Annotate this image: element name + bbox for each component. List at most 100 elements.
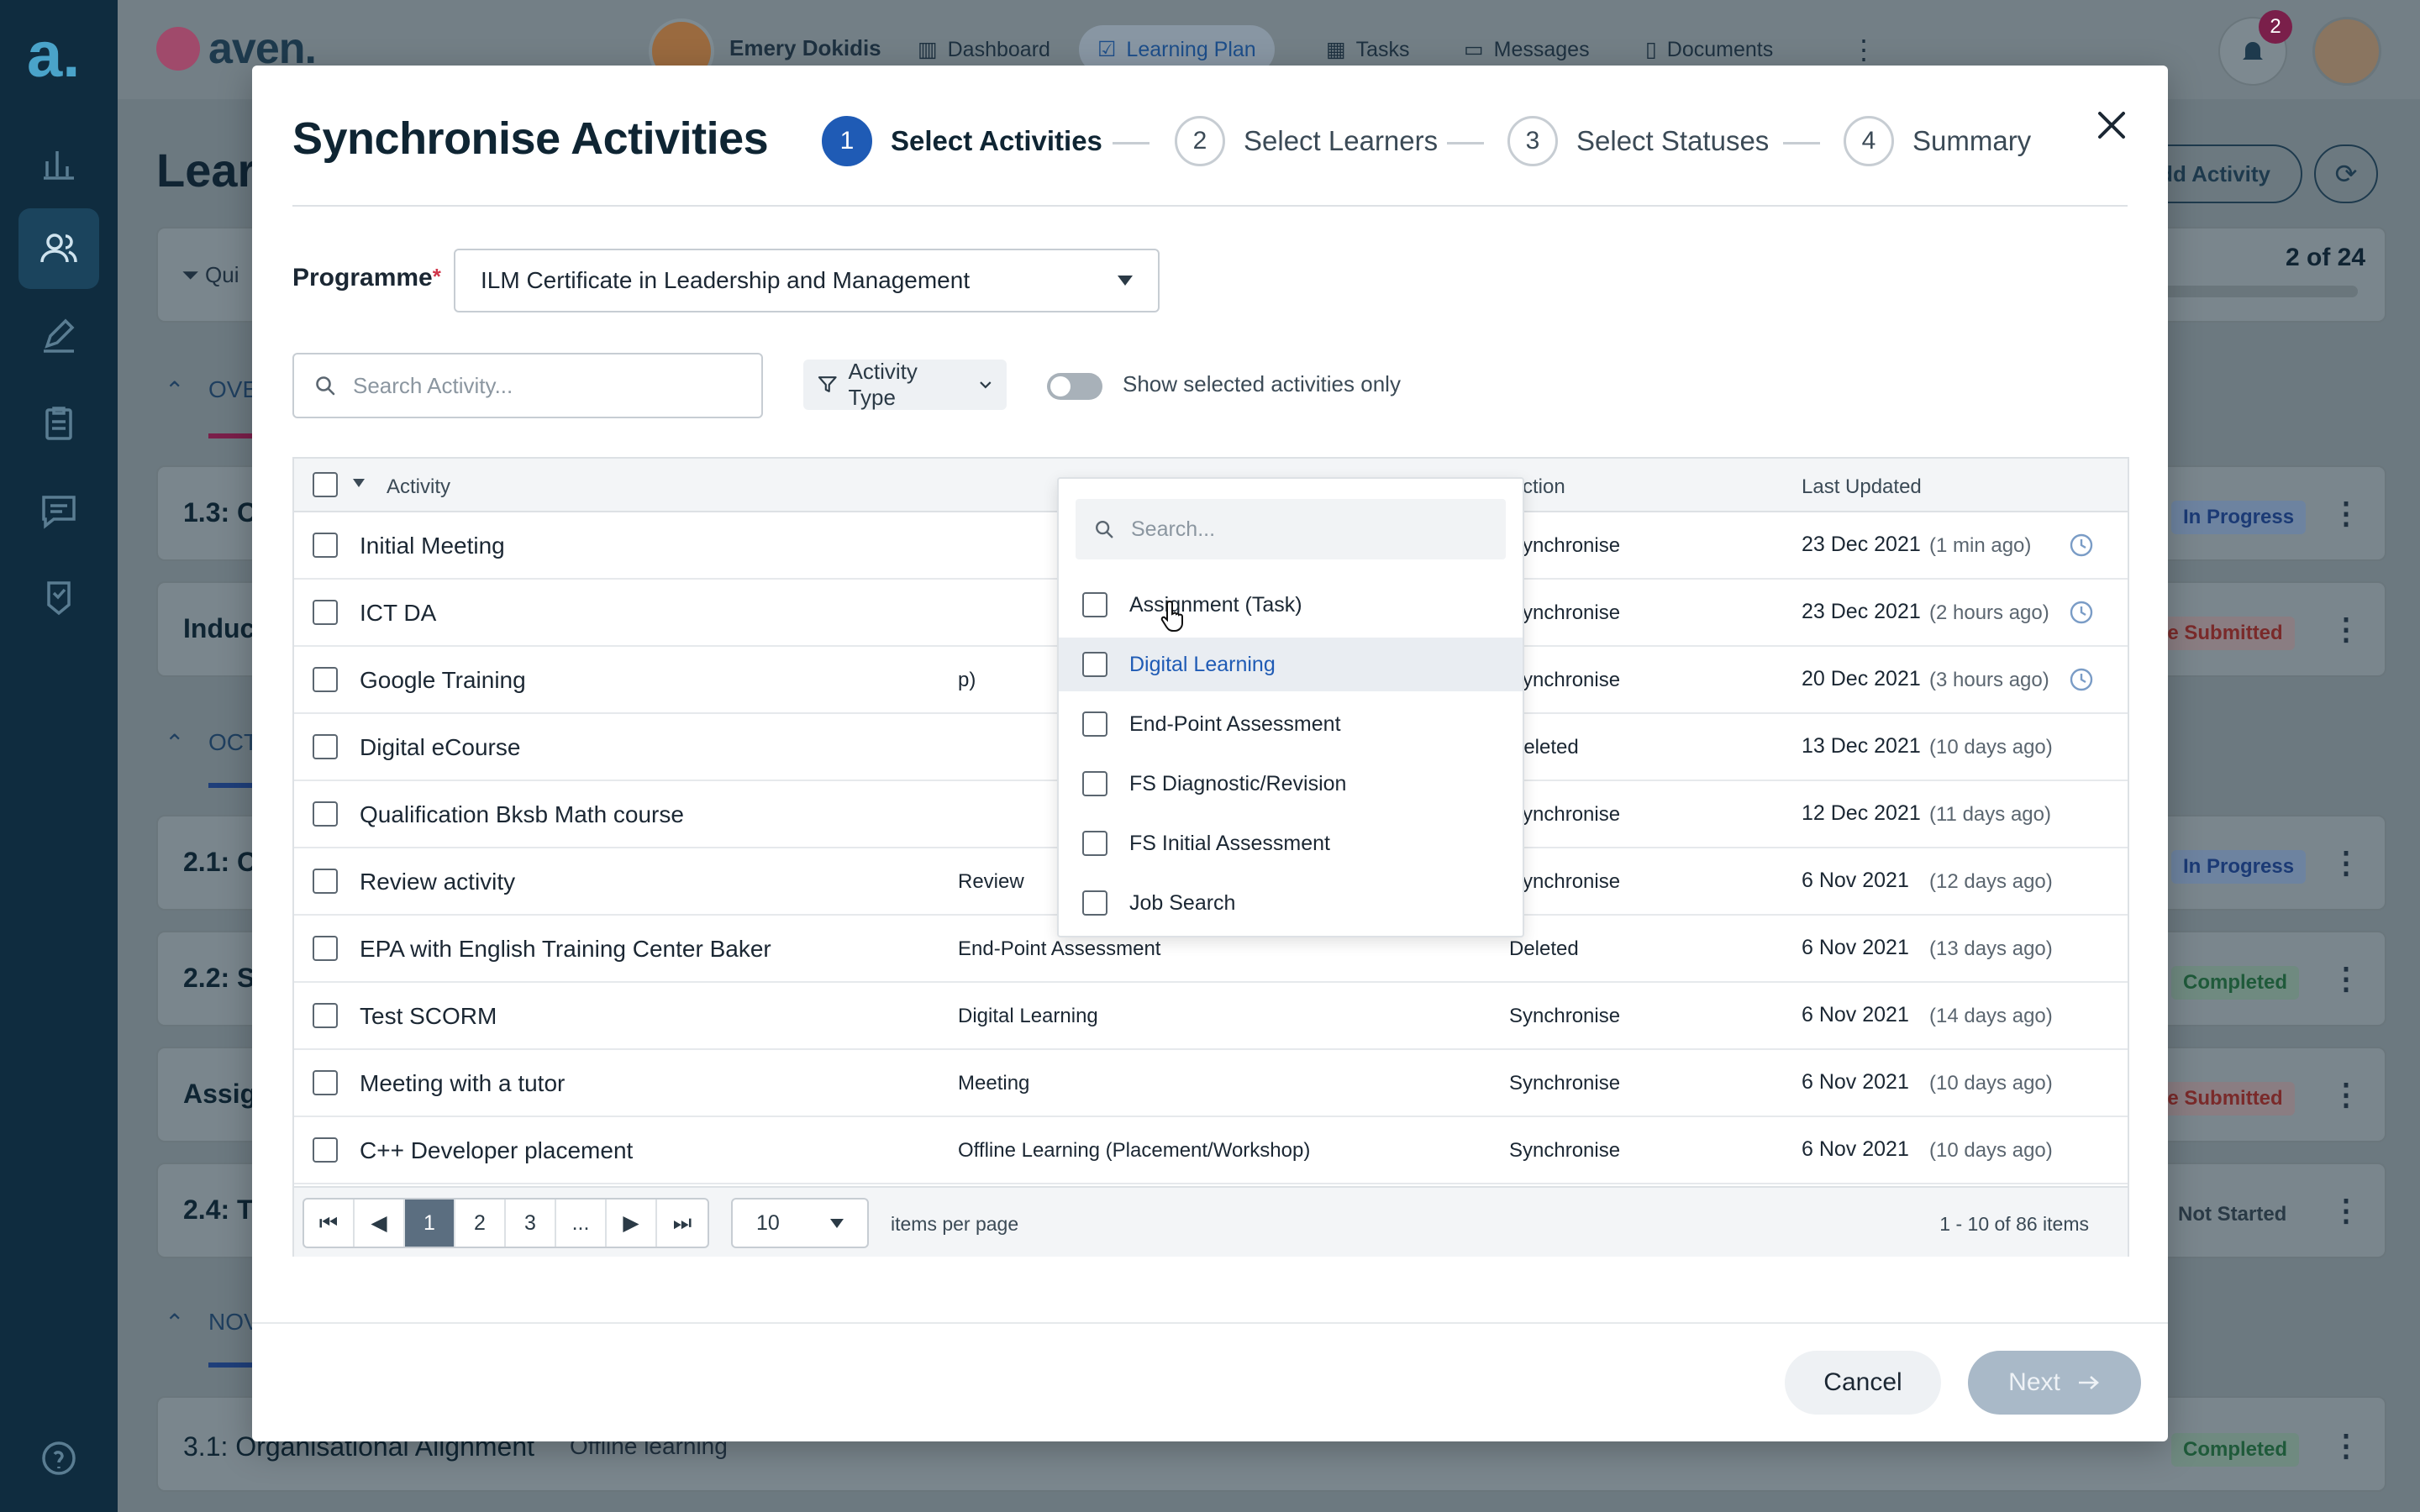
app-logo[interactable]: a.	[27, 24, 91, 87]
activity-action: Deleted	[1509, 937, 1579, 960]
option-label: Digital Learning	[1129, 652, 1276, 676]
last-updated-date: 12 Dec 2021	[1802, 801, 1921, 825]
checkbox-icon: ☑	[1097, 38, 1117, 61]
row-menu-button[interactable]: ⋮	[2331, 1077, 2361, 1112]
clock-icon[interactable]	[2069, 667, 2094, 692]
pager-buttons: ⏮ ◀ 1 2 3 ... ▶ ⏭	[302, 1198, 709, 1248]
option-checkbox[interactable]	[1082, 652, 1107, 677]
row-checkbox[interactable]	[313, 1137, 338, 1163]
select-all-checkbox[interactable]	[313, 472, 338, 497]
section-toggle[interactable]: ⌃	[165, 1309, 184, 1336]
column-activity[interactable]: Activity	[387, 475, 450, 499]
dropdown-option[interactable]: Job Search	[1059, 876, 1523, 930]
first-page-button[interactable]: ⏮	[304, 1200, 355, 1247]
bg-row-title: Induc	[183, 613, 255, 643]
row-checkbox[interactable]	[313, 1070, 338, 1095]
caret-down-icon	[830, 1218, 844, 1228]
quick-filter[interactable]: ⏷ Qui	[182, 262, 239, 289]
header-divider	[292, 205, 2128, 207]
cancel-button[interactable]: Cancel	[1785, 1351, 1941, 1415]
step-select-statuses: 3 Select Statuses	[1507, 116, 1769, 166]
sidebar-item-assess[interactable]	[18, 296, 99, 376]
per-page-value: 10	[756, 1210, 780, 1235]
row-menu-button[interactable]: ⋮	[2331, 1193, 2361, 1228]
search-activity-input[interactable]: Search Activity...	[292, 353, 763, 418]
dropdown-option[interactable]: FS Initial Assessment	[1059, 816, 1523, 870]
row-checkbox[interactable]	[313, 600, 338, 625]
row-checkbox[interactable]	[313, 533, 338, 558]
dropdown-option[interactable]: Digital Learning	[1059, 638, 1523, 691]
programme-select[interactable]: ILM Certificate in Leadership and Manage…	[454, 249, 1160, 312]
clock-icon[interactable]	[2069, 600, 2094, 625]
status-badge: Completed	[2171, 1433, 2300, 1467]
row-checkbox[interactable]	[313, 936, 338, 961]
dropdown-option[interactable]: Assignment (Task)	[1059, 578, 1523, 632]
row-menu-button[interactable]: ⋮	[2331, 496, 2361, 531]
section-overview: OVE	[208, 376, 259, 402]
activity-name: Qualification Bksb Math course	[360, 801, 684, 827]
column-last-updated[interactable]: Last Updated	[1802, 475, 1922, 499]
step-label: Select Learners	[1244, 125, 1439, 156]
option-checkbox[interactable]	[1082, 592, 1107, 617]
show-selected-toggle[interactable]	[1047, 373, 1102, 400]
table-row[interactable]: Test SCORM Digital Learning Synchronise …	[294, 983, 2128, 1050]
next-button[interactable]: Next	[1968, 1351, 2141, 1415]
option-label: FS Initial Assessment	[1129, 831, 1330, 855]
page-button[interactable]: 3	[506, 1200, 556, 1247]
row-menu-button[interactable]: ⋮	[2331, 961, 2361, 996]
option-checkbox[interactable]	[1082, 831, 1107, 856]
activity-action: Synchronise	[1509, 803, 1621, 826]
option-checkbox[interactable]	[1082, 711, 1107, 737]
activity-action: Synchronise	[1509, 534, 1621, 557]
clock-icon[interactable]	[2069, 533, 2094, 558]
dropdown-search-input[interactable]: Search...	[1076, 499, 1506, 559]
page-button[interactable]: 1	[405, 1200, 455, 1247]
toggle-knob	[1050, 376, 1071, 396]
page-button[interactable]: 2	[455, 1200, 506, 1247]
sidebar-item-tasks[interactable]	[18, 383, 99, 464]
row-checkbox[interactable]	[313, 734, 338, 759]
section-toggle[interactable]: ⌃	[165, 376, 184, 404]
dropdown-option[interactable]: End-Point Assessment	[1059, 697, 1523, 751]
table-row[interactable]: Meeting with a tutor Meeting Synchronise…	[294, 1050, 2128, 1117]
prev-page-button[interactable]: ◀	[355, 1200, 405, 1247]
sidebar-item-badges[interactable]	[18, 558, 99, 638]
help-icon	[42, 1441, 76, 1475]
user-avatar[interactable]	[2312, 17, 2381, 86]
sidebar-item-messages[interactable]	[18, 470, 99, 551]
refresh-button[interactable]: ⟳	[2314, 144, 2378, 203]
section-underline	[208, 783, 259, 788]
document-icon: ▯	[1645, 38, 1657, 61]
activity-type: Review	[958, 870, 1024, 893]
row-menu-button[interactable]: ⋮	[2331, 612, 2361, 647]
row-checkbox[interactable]	[313, 869, 338, 894]
row-menu-button[interactable]: ⋮	[2331, 1428, 2361, 1463]
help-button[interactable]	[18, 1418, 99, 1499]
option-label: Assignment (Task)	[1129, 592, 1302, 617]
option-checkbox[interactable]	[1082, 890, 1107, 916]
row-checkbox[interactable]	[313, 801, 338, 827]
programme-value: ILM Certificate in Leadership and Manage…	[481, 267, 971, 293]
sort-icon[interactable]	[353, 479, 365, 487]
per-page-select[interactable]: 10	[731, 1198, 869, 1248]
activity-type-filter[interactable]: Activity Type	[803, 359, 1007, 410]
page-ellipsis-button[interactable]: ...	[556, 1200, 607, 1247]
option-checkbox[interactable]	[1082, 771, 1107, 796]
message-icon: ▭	[1464, 38, 1484, 61]
notification-count-badge: 2	[2259, 10, 2292, 44]
next-page-button[interactable]: ▶	[607, 1200, 657, 1247]
section-toggle[interactable]: ⌃	[165, 729, 184, 757]
last-page-icon: ⏭	[672, 1210, 692, 1235]
users-icon	[40, 234, 77, 263]
sidebar-item-learners[interactable]	[18, 208, 99, 289]
row-menu-button[interactable]: ⋮	[2331, 845, 2361, 880]
activity-action: Synchronise	[1509, 669, 1621, 691]
sidebar-item-reports[interactable]	[18, 123, 99, 203]
close-button[interactable]	[2082, 96, 2141, 155]
dropdown-option[interactable]: FS Diagnostic/Revision	[1059, 757, 1523, 811]
items-count: 1 - 10 of 86 items	[1939, 1213, 2089, 1235]
last-page-button[interactable]: ⏭	[657, 1200, 708, 1247]
row-checkbox[interactable]	[313, 667, 338, 692]
row-checkbox[interactable]	[313, 1003, 338, 1028]
table-row[interactable]: C++ Developer placement Offline Learning…	[294, 1117, 2128, 1184]
